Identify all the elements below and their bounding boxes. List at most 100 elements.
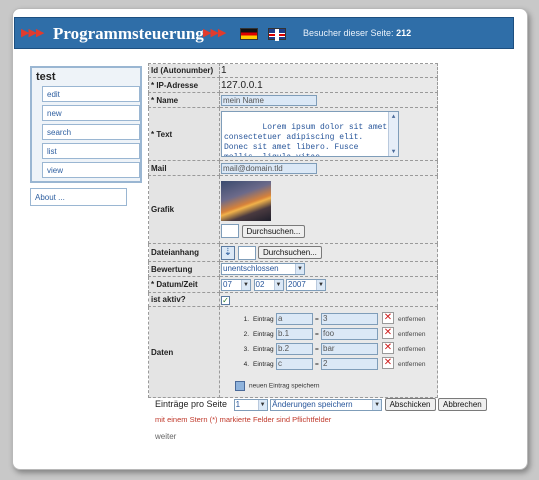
dateianhang-label: Dateianhang	[148, 243, 220, 262]
daten-entries: 1. Eintrag a = 3 ✕ entfernen 2. Eintrag …	[221, 307, 437, 397]
entry-value-input[interactable]: 3	[321, 313, 378, 325]
visitor-counter: Besucher dieser Seite: 212	[303, 28, 411, 38]
weiter-link[interactable]: weiter	[155, 432, 176, 441]
entry-word: Eintrag	[253, 331, 274, 338]
record-form: Id (Autonumber) 1 * IP-Adresse 127.0.0.1…	[148, 63, 438, 398]
name-label: * Name	[148, 92, 220, 108]
delete-icon[interactable]: ✕	[382, 342, 394, 354]
save-entry-label: neuen Eintrag speichern	[249, 382, 320, 390]
text-content: Lorem ipsum dolor sit amet, consectetuer…	[224, 123, 393, 156]
scroll-up-icon[interactable]: ▲	[390, 113, 397, 120]
arrows-right-icon: ▶▶▶	[203, 27, 226, 39]
delete-icon[interactable]: ✕	[382, 357, 394, 369]
bewertung-select[interactable]: unentschlossen ▼	[221, 263, 305, 275]
entry-index: 2.	[243, 331, 249, 338]
per-page-selected: 1	[235, 399, 241, 409]
mail-label: Mail	[148, 160, 220, 176]
entry-word: Eintrag	[253, 346, 274, 353]
sidebar-item-edit[interactable]: edit	[42, 86, 140, 102]
equals-sign: =	[315, 361, 319, 368]
footer-controls: Einträge pro Seite 1 ▼ Änderungen speiche…	[155, 398, 487, 411]
bewertung-label: Bewertung	[148, 261, 220, 277]
chevron-down-icon: ▼	[257, 399, 267, 410]
aktiv-label: ist aktiv?	[148, 292, 220, 307]
entry-remove-label[interactable]: entfernen	[398, 361, 425, 368]
entry-remove-label[interactable]: entfernen	[398, 346, 425, 353]
per-page-label: Einträge pro Seite	[155, 398, 228, 409]
sidebar: test edit new search list view	[30, 66, 142, 183]
required-fields-note: mit einem Stern (*) markierte Felder sin…	[155, 415, 332, 424]
text-label: * Text	[148, 107, 220, 161]
entry-remove-label[interactable]: entfernen	[398, 316, 425, 323]
day-select[interactable]: 07 ▼	[221, 278, 251, 291]
text-scrollbar[interactable]: ▲ ▼	[388, 112, 398, 156]
month-selected: 02	[255, 279, 265, 289]
german-flag-icon[interactable]	[240, 28, 258, 40]
entry-key-input[interactable]: a	[276, 313, 313, 325]
entry-index: 4.	[243, 361, 249, 368]
entry-word: Eintrag	[253, 316, 274, 323]
ip-value: 127.0.0.1	[219, 77, 438, 93]
mail-input[interactable]: mail@domain.tld	[221, 162, 317, 174]
download-icon[interactable]: ⇣	[221, 245, 235, 260]
sidebar-item-new[interactable]: new	[42, 105, 140, 121]
sidebar-item-search[interactable]: search	[42, 124, 140, 140]
arrows-left-icon: ▶▶▶	[21, 27, 44, 39]
save-entry-link[interactable]: neuen Eintrag speichern	[235, 381, 319, 391]
datum-label: * Datum/Zeit	[148, 276, 220, 293]
grafik-browse-button[interactable]: Durchsuchen...	[241, 224, 306, 238]
year-selected: 2007	[288, 279, 306, 289]
image-thumbnail	[221, 181, 271, 221]
dateianhang-file-input[interactable]	[237, 245, 256, 260]
chevron-down-icon: ▼	[273, 279, 283, 290]
submit-button[interactable]: Abschicken	[384, 398, 436, 411]
id-value: 1	[219, 63, 438, 78]
aktiv-checkbox[interactable]: ✓	[221, 295, 230, 305]
entry-value-input[interactable]: 2	[321, 358, 378, 370]
chevron-down-icon: ▼	[241, 279, 250, 290]
id-label: Id (Autonumber)	[148, 63, 220, 78]
dateianhang-browse-button[interactable]: Durchsuchen...	[258, 246, 322, 259]
sidebar-item-view[interactable]: view	[42, 162, 140, 178]
daten-label: Daten	[148, 306, 220, 398]
equals-sign: =	[315, 316, 319, 323]
bewertung-selected: unentschlossen	[223, 264, 279, 273]
chevron-down-icon: ▼	[372, 399, 382, 410]
header-bar: ▶▶▶ Programmsteuerung ▶▶▶ Besucher diese…	[14, 17, 514, 49]
entry-key-input[interactable]: c	[276, 358, 313, 370]
about-link[interactable]: About ...	[30, 188, 127, 206]
visitors-label: Besucher dieser Seite:	[303, 28, 394, 38]
cancel-button[interactable]: Abbrechen	[438, 398, 487, 411]
day-selected: 07	[223, 279, 232, 289]
uk-flag-icon[interactable]	[268, 28, 286, 41]
sidebar-item-list[interactable]: list	[42, 143, 140, 159]
entry-key-input[interactable]: b.2	[276, 343, 313, 355]
chevron-down-icon: ▼	[316, 279, 326, 290]
text-textarea[interactable]: Lorem ipsum dolor sit amet, consectetuer…	[221, 111, 399, 157]
scroll-down-icon[interactable]: ▼	[390, 148, 397, 155]
grafik-label: Grafik	[148, 175, 220, 244]
entry-index: 1.	[243, 316, 249, 323]
entry-key-input[interactable]: b.1	[276, 328, 313, 340]
ip-label: * IP-Adresse	[148, 77, 220, 93]
page-title: Programmsteuerung	[53, 24, 204, 43]
sidebar-title: test	[36, 71, 56, 83]
month-select[interactable]: 02 ▼	[253, 278, 284, 291]
equals-sign: =	[315, 346, 319, 353]
year-select[interactable]: 2007 ▼	[286, 278, 327, 291]
entry-word: Eintrag	[253, 361, 274, 368]
entry-index: 3.	[243, 346, 249, 353]
per-page-select[interactable]: 1 ▼	[233, 398, 268, 411]
delete-icon[interactable]: ✕	[382, 327, 394, 339]
chevron-down-icon: ▼	[295, 264, 304, 274]
action-select[interactable]: Änderungen speichern ▼	[270, 398, 383, 411]
equals-sign: =	[315, 331, 319, 338]
visitors-count: 212	[396, 28, 412, 38]
entry-value-input[interactable]: bar	[321, 343, 378, 355]
entry-value-input[interactable]: foo	[321, 328, 378, 340]
name-input[interactable]: mein Name	[221, 94, 317, 106]
entry-remove-label[interactable]: entfernen	[398, 331, 425, 338]
grafik-file-input[interactable]	[221, 224, 239, 238]
action-selected: Änderungen speichern	[272, 399, 353, 409]
delete-icon[interactable]: ✕	[382, 312, 394, 324]
